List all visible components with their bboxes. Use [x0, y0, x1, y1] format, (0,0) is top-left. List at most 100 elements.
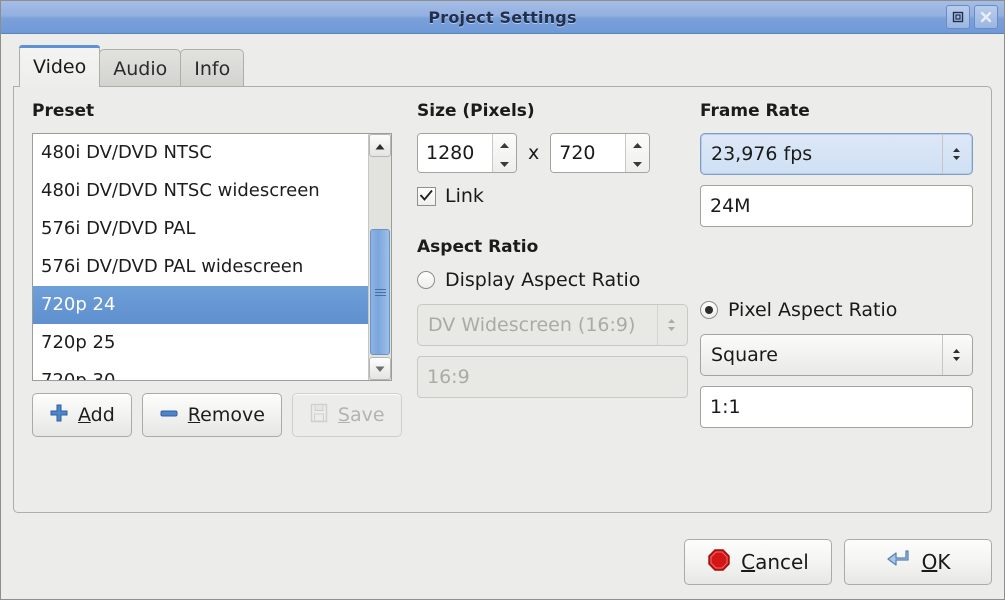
preset-listbox[interactable]: 480i DV/DVD NTSC 480i DV/DVD NTSC widesc… — [32, 133, 392, 381]
cancel-button[interactable]: Cancel — [684, 539, 832, 585]
checkmark-icon — [419, 187, 434, 206]
save-disk-icon — [309, 402, 329, 429]
scroll-up-button[interactable] — [369, 134, 391, 157]
list-item[interactable]: 576i DV/DVD PAL — [33, 210, 368, 248]
tab-video-label: Video — [33, 55, 87, 78]
ok-button-label: OK — [921, 550, 951, 574]
close-button[interactable] — [974, 5, 998, 29]
size-row: 1280 x 720 — [417, 133, 688, 173]
apply-arrow-icon — [886, 548, 912, 577]
height-stepper[interactable]: 720 — [550, 133, 651, 173]
tab-info-label: Info — [194, 57, 231, 80]
pixel-aspect-ratio-field-value: 1:1 — [710, 396, 741, 418]
window-title: Project Settings — [428, 7, 577, 27]
video-tab-panel: Preset 480i DV/DVD NTSC 480i DV/DVD NTSC… — [13, 86, 992, 513]
pixel-aspect-ratio-radio-row[interactable]: Pixel Aspect Ratio — [700, 299, 973, 321]
stepper-down-icon[interactable] — [632, 153, 643, 172]
display-aspect-ratio-radio-row[interactable]: Display Aspect Ratio — [417, 269, 688, 291]
scrollbar-track[interactable] — [369, 157, 391, 357]
display-aspect-ratio-combo-value: DV Widescreen (16:9) — [428, 314, 636, 336]
grip-icon — [374, 287, 386, 298]
preset-list[interactable]: 480i DV/DVD NTSC 480i DV/DVD NTSC widesc… — [33, 134, 368, 380]
preset-section: Preset 480i DV/DVD NTSC 480i DV/DVD NTSC… — [32, 101, 402, 498]
frame-rate-title: Frame Rate — [700, 101, 810, 121]
height-stepper-arrows[interactable] — [625, 134, 650, 172]
display-aspect-ratio-radio[interactable] — [417, 271, 435, 289]
ok-button[interactable]: OK — [844, 539, 992, 585]
remove-button[interactable]: Remove — [141, 393, 282, 437]
pixel-aspect-ratio-radio[interactable] — [700, 301, 718, 319]
add-button[interactable]: Add — [32, 393, 132, 437]
list-item[interactable]: 480i DV/DVD NTSC widescreen — [33, 172, 368, 210]
save-button: Save — [291, 393, 402, 437]
cancel-button-label: Cancel — [741, 550, 809, 574]
link-checkbox-label: Link — [445, 185, 484, 207]
dialog-footer: Cancel OK — [1, 523, 1004, 599]
list-item-label: 480i DV/DVD NTSC — [41, 142, 212, 163]
list-item[interactable]: 720p 25 — [33, 324, 368, 362]
list-item-label: 720p 30 — [41, 370, 115, 380]
tab-audio-label: Audio — [113, 57, 168, 80]
stepper-up-icon[interactable] — [499, 134, 510, 153]
display-aspect-ratio-label: Display Aspect Ratio — [445, 269, 641, 291]
tab-info[interactable]: Info — [180, 49, 245, 87]
size-title: Size (Pixels) — [417, 101, 535, 121]
pixel-aspect-ratio-combo-value: Square — [711, 344, 778, 366]
project-settings-dialog: Project Settings Video Audio Info Preset… — [0, 0, 1005, 600]
scroll-down-button[interactable] — [369, 357, 391, 380]
chevron-up-icon — [374, 136, 386, 155]
width-input[interactable]: 1280 — [418, 134, 492, 172]
list-item[interactable]: 576i DV/DVD PAL widescreen — [33, 248, 368, 286]
combo-arrows-icon[interactable] — [942, 134, 970, 174]
frame-rate-field-value: 24M — [710, 195, 751, 217]
maximize-icon — [951, 10, 965, 24]
list-item[interactable]: 720p 30 — [33, 362, 368, 380]
stop-icon — [707, 548, 731, 577]
list-item-label: 720p 25 — [41, 332, 116, 353]
minus-icon — [159, 403, 179, 428]
maximize-button[interactable] — [946, 5, 970, 29]
display-aspect-ratio-field: 16:9 — [417, 356, 688, 398]
list-item[interactable]: 480i DV/DVD NTSC — [33, 134, 368, 172]
title-bar: Project Settings — [1, 1, 1004, 34]
frame-rate-combo[interactable]: 23,976 fps — [700, 133, 973, 175]
stepper-up-icon[interactable] — [632, 134, 643, 153]
frame-rate-field[interactable]: 24M — [700, 185, 973, 227]
size-separator: x — [528, 142, 540, 164]
tab-audio[interactable]: Audio — [99, 49, 182, 87]
dialog-body: Video Audio Info Preset 480i DV/DVD NTSC — [1, 34, 1004, 523]
add-button-label: Add — [78, 404, 115, 426]
radio-dot-icon — [705, 306, 713, 314]
combo-arrows-icon[interactable] — [942, 335, 970, 375]
scrollbar-thumb[interactable] — [370, 229, 390, 355]
frame-rate-combo-value: 23,976 fps — [711, 143, 813, 165]
save-button-label: Save — [337, 404, 385, 426]
preset-scrollbar[interactable] — [368, 134, 391, 380]
list-item-selected[interactable]: 720p 24 — [33, 286, 368, 324]
list-item-label: 720p 24 — [41, 294, 116, 315]
combo-arrows-icon — [657, 305, 685, 345]
preset-buttons: Add Remove Save — [32, 393, 402, 437]
width-stepper[interactable]: 1280 — [417, 133, 517, 173]
pixel-aspect-ratio-label: Pixel Aspect Ratio — [728, 299, 898, 321]
height-input[interactable]: 720 — [551, 134, 626, 172]
link-checkbox-row[interactable]: Link — [417, 185, 688, 207]
list-item-label: 576i DV/DVD PAL — [41, 218, 196, 239]
width-stepper-arrows[interactable] — [492, 134, 516, 172]
preset-title: Preset — [32, 101, 95, 121]
tab-strip: Video Audio Info — [13, 45, 992, 87]
aspect-ratio-title: Aspect Ratio — [417, 237, 539, 257]
display-aspect-ratio-field-value: 16:9 — [427, 366, 470, 388]
display-aspect-ratio-combo: DV Widescreen (16:9) — [417, 304, 688, 346]
plus-icon — [49, 403, 69, 428]
pixel-aspect-ratio-field[interactable]: 1:1 — [700, 386, 973, 428]
remove-button-label: Remove — [187, 404, 265, 426]
window-controls — [946, 5, 998, 29]
stepper-down-icon[interactable] — [499, 153, 510, 172]
chevron-down-icon — [374, 359, 386, 378]
frame-rate-section: Frame Rate 23,976 fps 24M Pixel Aspect R… — [688, 101, 973, 498]
list-item-label: 576i DV/DVD PAL widescreen — [41, 256, 304, 277]
tab-video[interactable]: Video — [19, 45, 101, 87]
link-checkbox[interactable] — [417, 186, 436, 206]
pixel-aspect-ratio-combo[interactable]: Square — [700, 334, 973, 376]
